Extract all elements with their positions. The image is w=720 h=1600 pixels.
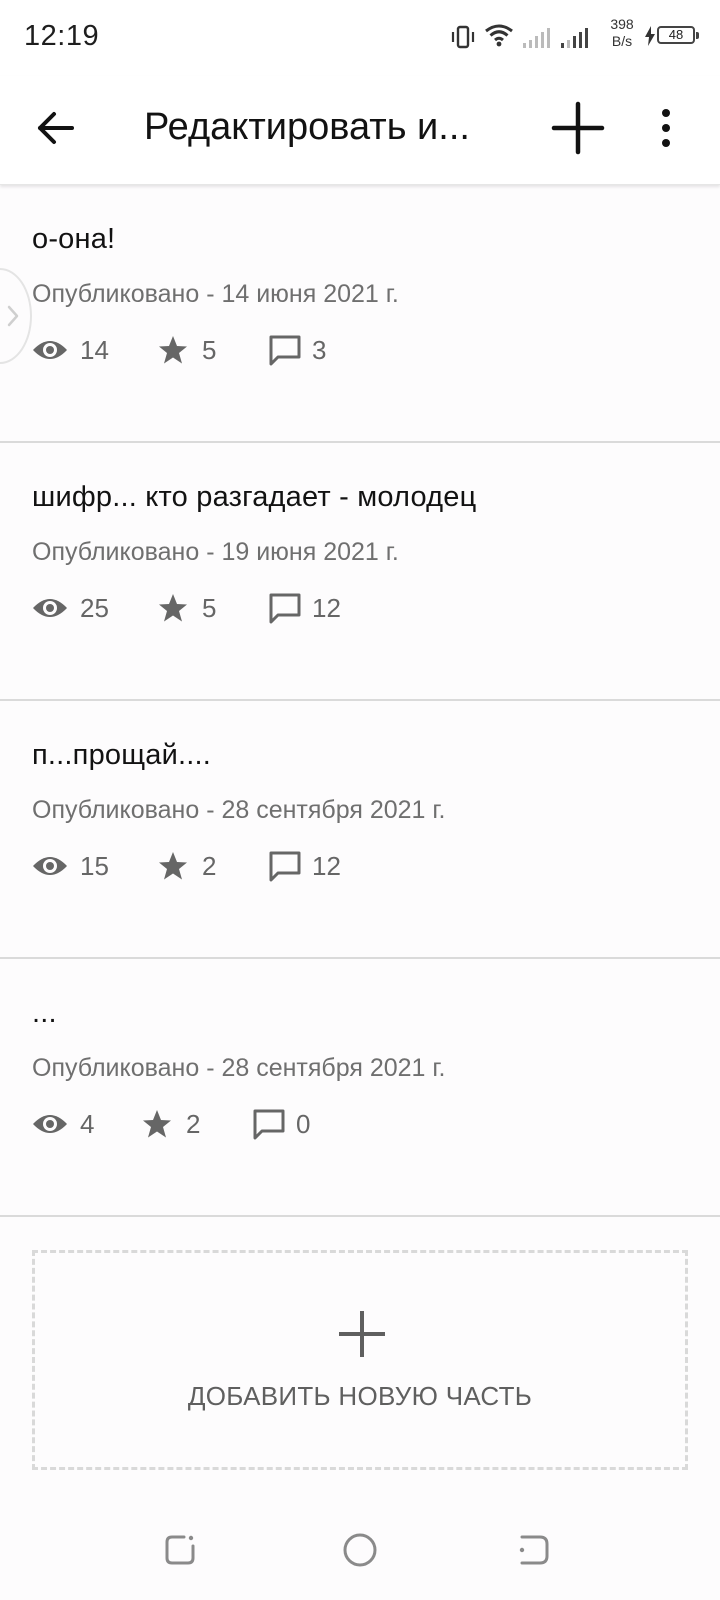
add-button[interactable] [548,98,608,158]
status-time: 12:19 [24,20,100,52]
votes-count: 2 [202,850,217,881]
votes-count: 5 [202,592,217,623]
arrow-left-icon [38,112,74,144]
eye-icon [33,1115,67,1133]
votes-stat: 2 [142,1109,252,1140]
part-item[interactable]: п...прощай.... Опубликовано - 28 сентябр… [0,701,720,959]
views-stat: 15 [32,851,158,882]
back-button[interactable] [30,102,82,154]
recent-apps-button[interactable] [162,1532,198,1568]
more-options-button[interactable] [650,102,682,154]
views-stat: 14 [32,335,158,366]
app-bar: Редактировать и... [0,76,720,185]
home-button[interactable] [342,1532,378,1568]
status-bar: 12:19 398 B/s 48 [0,0,720,76]
more-vert-icon [662,109,670,147]
comment-icon [269,593,301,624]
part-stats: 25 5 12 [32,588,341,628]
part-date: Опубликовано - 14 июня 2021 г. [32,280,399,308]
part-stats: 4 2 0 [32,1104,310,1144]
charging-icon [645,26,655,46]
part-title: шифр... кто разгадает - молодец [32,481,477,513]
votes-stat: 2 [158,851,268,882]
page-title: Редактировать и... [144,106,470,148]
plus-icon [551,101,605,155]
network-speed: 398 B/s [604,16,640,50]
part-title: ... [32,997,57,1029]
part-date: Опубликовано - 28 сентября 2021 г. [32,796,446,824]
status-icons: 398 B/s 48 [420,0,720,76]
views-count: 14 [80,334,109,365]
views-stat: 25 [32,593,158,624]
votes-count: 2 [186,1108,201,1139]
views-count: 4 [80,1108,95,1139]
eye-icon [33,341,67,359]
parts-list: о-она! Опубликовано - 14 июня 2021 г. 14… [0,185,720,1217]
comment-icon [269,851,301,882]
comments-stat: 3 [268,334,326,366]
star-icon [159,594,187,622]
star-icon [159,336,187,364]
system-nav-bar [0,1500,720,1600]
votes-stat: 5 [158,593,268,624]
views-count: 25 [80,592,109,623]
add-new-part-label: ДОБАВИТЬ НОВУЮ ЧАСТЬ [187,1381,533,1411]
eye-icon [33,857,67,875]
star-icon [143,1110,171,1138]
comments-stat: 12 [268,850,341,882]
back-nav-icon [519,1535,549,1565]
views-count: 15 [80,850,109,881]
wifi-icon [485,24,513,47]
comments-stat: 0 [252,1108,310,1140]
comments-count: 12 [312,850,341,881]
comments-count: 0 [296,1108,311,1139]
part-item[interactable]: ... Опубликовано - 28 сентября 2021 г. 4… [0,959,720,1217]
signal-sim1-icon [523,28,550,48]
part-date: Опубликовано - 19 июня 2021 г. [32,538,399,566]
chevron-right-icon [7,305,19,327]
network-speed-unit: B/s [611,33,633,49]
part-item[interactable]: шифр... кто разгадает - молодец Опублико… [0,443,720,701]
votes-stat: 5 [158,335,268,366]
home-circle-icon [343,1533,377,1567]
star-icon [159,852,187,880]
part-item[interactable]: о-она! Опубликовано - 14 июня 2021 г. 14… [0,185,720,443]
part-title: п...прощай.... [32,739,212,771]
votes-count: 5 [202,334,217,365]
signal-sim2-icon [561,28,588,48]
plus-icon [339,1311,385,1357]
views-stat: 4 [32,1109,142,1140]
eye-icon [33,599,67,617]
comments-count: 12 [312,592,341,623]
part-title: о-она! [32,223,116,255]
part-date: Опубликовано - 28 сентября 2021 г. [32,1054,446,1082]
part-stats: 15 2 12 [32,846,341,886]
add-new-part-button[interactable]: ДОБАВИТЬ НОВУЮ ЧАСТЬ [32,1250,688,1470]
comment-icon [269,335,301,366]
battery-indicator: 48 [657,26,699,44]
comments-stat: 12 [268,592,341,624]
back-nav-button[interactable] [516,1532,552,1568]
recent-apps-icon [165,1535,195,1565]
part-stats: 14 5 3 [32,330,326,370]
comments-count: 3 [312,334,327,365]
comment-icon [253,1109,285,1140]
vibrate-icon [451,25,475,49]
network-speed-value: 398 [610,16,634,32]
